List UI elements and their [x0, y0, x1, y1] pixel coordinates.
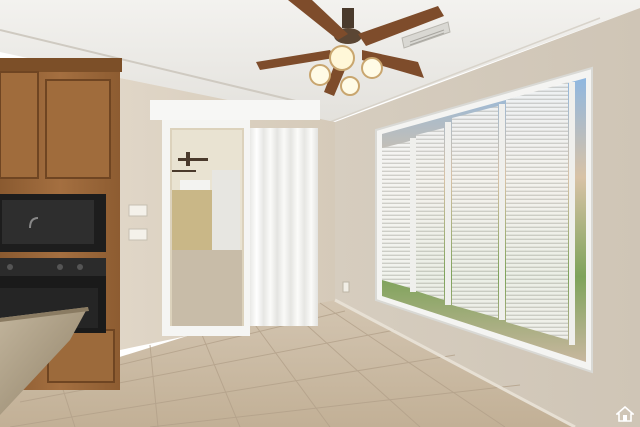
- built-in-microwave: [0, 194, 106, 252]
- curtain-valance: [150, 100, 320, 120]
- cabinet-door-left: [0, 71, 39, 179]
- wall-outlet: [342, 281, 350, 293]
- cabinet-door-right: [45, 79, 111, 179]
- vertical-blinds: [250, 128, 318, 326]
- house-icon: [616, 406, 634, 422]
- sliding-glass-door: [162, 120, 250, 336]
- light-switch-lower: [128, 228, 148, 241]
- room-photo: [0, 0, 640, 427]
- light-switch: [128, 204, 148, 217]
